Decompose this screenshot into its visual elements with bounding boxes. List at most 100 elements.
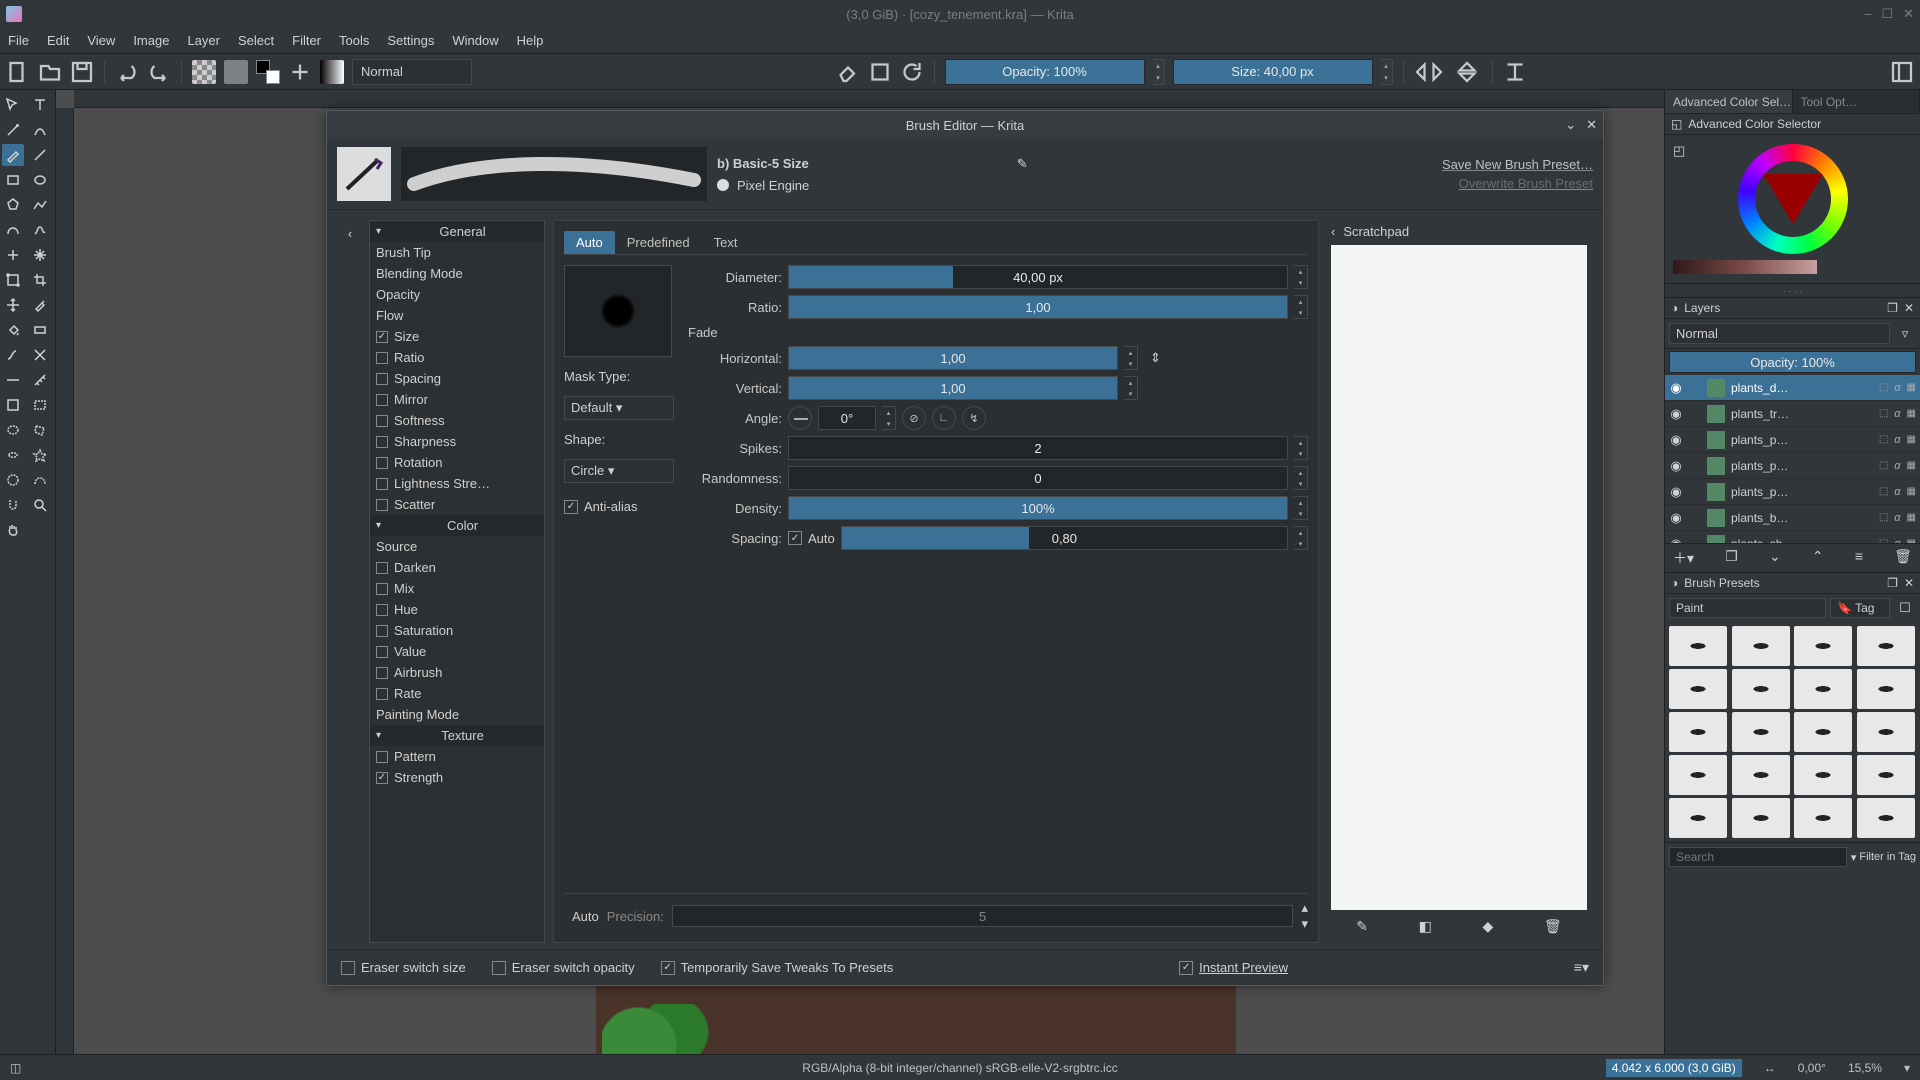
setting-checkbox[interactable] bbox=[376, 478, 388, 490]
randomness-slider[interactable]: 0 bbox=[788, 466, 1288, 490]
diameter-slider[interactable]: 40,00 px bbox=[788, 265, 1288, 289]
layer-properties-icon[interactable]: ≡ bbox=[1855, 548, 1863, 568]
tab-tool-options[interactable]: Tool Opt… bbox=[1793, 90, 1920, 113]
alpha-lock-icon[interactable]: ▦ bbox=[1907, 382, 1916, 393]
select-ellipse-icon[interactable] bbox=[2, 419, 24, 441]
layer-blend-select[interactable]: Normal bbox=[1669, 323, 1890, 344]
layer-opacity-slider[interactable]: Opacity: 100% bbox=[1669, 351, 1916, 373]
alpha-icon[interactable]: α bbox=[1894, 408, 1900, 420]
select-bezier-icon[interactable] bbox=[29, 469, 51, 491]
visibility-icon[interactable]: ◉ bbox=[1669, 380, 1683, 396]
angle-random-icon[interactable]: ↯ bbox=[962, 406, 986, 430]
brush-preset[interactable] bbox=[1857, 712, 1915, 752]
picker-icon[interactable] bbox=[29, 294, 51, 316]
settings-item[interactable]: Mix bbox=[370, 578, 544, 599]
status-zoom[interactable]: 15,5% bbox=[1848, 1061, 1882, 1075]
fade-h-slider[interactable]: 1,00 bbox=[788, 346, 1118, 370]
zoom-dropdown-icon[interactable]: ▾ bbox=[1904, 1061, 1910, 1075]
settings-item[interactable]: Mirror bbox=[370, 389, 544, 410]
menu-view[interactable]: View bbox=[87, 33, 115, 48]
tab-text[interactable]: Text bbox=[702, 231, 750, 254]
lock-icon[interactable]: ⬚ bbox=[1879, 408, 1888, 419]
multibrush-icon[interactable] bbox=[29, 244, 51, 266]
spacing-auto-checkbox[interactable] bbox=[788, 531, 802, 545]
polyline-tool-icon[interactable] bbox=[29, 194, 51, 216]
setting-checkbox[interactable] bbox=[376, 667, 388, 679]
menu-image[interactable]: Image bbox=[133, 33, 169, 48]
menu-settings[interactable]: Settings bbox=[387, 33, 434, 48]
alpha-lock-icon[interactable]: ▦ bbox=[1907, 460, 1916, 471]
preset-filter-tag[interactable]: ▾ Filter in Tag bbox=[1851, 847, 1916, 867]
brush-preset[interactable] bbox=[1732, 798, 1790, 838]
settings-item[interactable]: Sharpness bbox=[370, 431, 544, 452]
brush-preset[interactable] bbox=[1669, 669, 1727, 709]
fill-icon[interactable] bbox=[2, 319, 24, 341]
ratio-slider[interactable]: 1,00 bbox=[788, 295, 1288, 319]
spikes-spinner[interactable]: ▴▾ bbox=[1294, 436, 1308, 460]
crop-icon[interactable] bbox=[29, 269, 51, 291]
freehand-path-icon[interactable] bbox=[29, 219, 51, 241]
settings-category[interactable]: ▾General bbox=[370, 221, 544, 242]
setting-checkbox[interactable] bbox=[376, 625, 388, 637]
select-free-icon[interactable] bbox=[2, 444, 24, 466]
pan-icon[interactable] bbox=[2, 519, 24, 541]
brush-tool-icon[interactable] bbox=[2, 144, 24, 166]
settings-category[interactable]: ▾Color bbox=[370, 515, 544, 536]
setting-checkbox[interactable] bbox=[376, 583, 388, 595]
menu-help[interactable]: Help bbox=[517, 33, 544, 48]
tab-color-selector[interactable]: Advanced Color Sel… bbox=[1665, 90, 1793, 113]
dock-toggle-icon[interactable]: ◑ bbox=[1671, 301, 1678, 315]
mirror-v-icon[interactable] bbox=[1452, 60, 1482, 84]
redo-icon[interactable] bbox=[147, 60, 171, 84]
brush-preset[interactable] bbox=[1794, 755, 1852, 795]
brush-preset[interactable] bbox=[1669, 798, 1727, 838]
eraser-opacity-checkbox[interactable] bbox=[492, 961, 506, 975]
ref-icon[interactable] bbox=[2, 394, 24, 416]
antialias-checkbox[interactable] bbox=[564, 500, 578, 514]
undo-icon[interactable] bbox=[115, 60, 139, 84]
mask-type-select[interactable]: Default ▾ bbox=[564, 396, 674, 420]
brush-preset[interactable] bbox=[1732, 669, 1790, 709]
alpha-icon[interactable]: α bbox=[1894, 434, 1900, 446]
alpha-lock-icon[interactable]: ▦ bbox=[1907, 512, 1916, 523]
layer-filter-icon[interactable]: ▿ bbox=[1894, 323, 1916, 344]
layer-row[interactable]: ◉plants_p…⬚α▦ bbox=[1665, 479, 1920, 505]
dock-handle[interactable]: · · · · bbox=[1665, 283, 1920, 297]
ratio-spinner[interactable]: ▴▾ bbox=[1294, 295, 1308, 319]
menu-window[interactable]: Window bbox=[452, 33, 498, 48]
temp-save-checkbox[interactable] bbox=[661, 961, 675, 975]
settings-item[interactable]: Scatter bbox=[370, 494, 544, 515]
rect-tool-icon[interactable] bbox=[2, 169, 24, 191]
blend-mode-select[interactable]: Normal bbox=[352, 59, 472, 85]
save-preset-button[interactable]: Save New Brush Preset… bbox=[1442, 157, 1593, 172]
fade-v-spinner[interactable]: ▴▾ bbox=[1124, 376, 1138, 400]
alpha-lock-icon[interactable]: ▦ bbox=[1907, 408, 1916, 419]
alpha-icon[interactable]: α bbox=[1894, 512, 1900, 524]
shape-select[interactable]: Circle ▾ bbox=[564, 459, 674, 483]
layer-row[interactable]: ◉plants_d…⬚α▦ bbox=[1665, 375, 1920, 401]
settings-item[interactable]: Softness bbox=[370, 410, 544, 431]
acs-config-icon[interactable]: ◱ bbox=[1671, 117, 1682, 131]
settings-item[interactable]: Lightness Stre… bbox=[370, 473, 544, 494]
layer-row[interactable]: ◉plants_tr…⬚α▦ bbox=[1665, 401, 1920, 427]
gradient-icon[interactable] bbox=[29, 319, 51, 341]
precision-spinner[interactable]: ▴▾ bbox=[1301, 900, 1308, 932]
instant-preview-checkbox[interactable] bbox=[1179, 961, 1193, 975]
setting-checkbox[interactable] bbox=[376, 499, 388, 511]
alpha-lock-icon[interactable] bbox=[868, 60, 892, 84]
settings-item[interactable]: Flow bbox=[370, 305, 544, 326]
pattern-swatch[interactable] bbox=[192, 60, 216, 84]
status-pointer-icon[interactable]: ↔ bbox=[1764, 1061, 1776, 1075]
duplicate-layer-icon[interactable]: ❐ bbox=[1725, 548, 1738, 568]
density-slider[interactable]: 100% bbox=[788, 496, 1288, 520]
color-history-strip[interactable] bbox=[1673, 260, 1913, 274]
scratchpad-back-icon[interactable]: ‹ bbox=[1331, 224, 1335, 239]
menu-edit[interactable]: Edit bbox=[47, 33, 69, 48]
mirror-h-icon[interactable] bbox=[1414, 60, 1444, 84]
tab-auto[interactable]: Auto bbox=[564, 231, 615, 254]
spikes-slider[interactable]: 2 bbox=[788, 436, 1288, 460]
preset-tag-select[interactable]: Paint bbox=[1669, 598, 1826, 618]
move-up-icon[interactable]: ⌃ bbox=[1812, 548, 1824, 568]
fg-bg-colors[interactable] bbox=[256, 60, 280, 84]
lock-icon[interactable]: ⬚ bbox=[1879, 486, 1888, 497]
